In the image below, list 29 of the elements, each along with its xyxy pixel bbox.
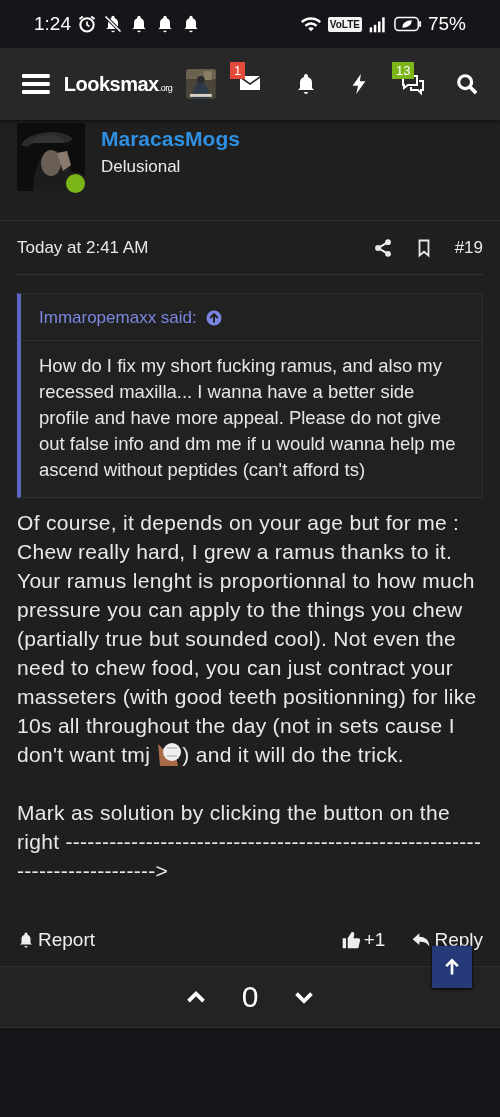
username-link[interactable]: MaracasMogs bbox=[101, 127, 240, 151]
battery-icon bbox=[393, 16, 422, 32]
signal-icon bbox=[367, 14, 388, 34]
alarm-icon bbox=[77, 14, 97, 34]
reply-link[interactable]: Reply bbox=[411, 929, 483, 951]
like-link[interactable]: +1 bbox=[340, 929, 386, 951]
quote-text: How do I fix my short fucking ramus, and also my recessed maxilla... I wanna have a better side profile and have more appeal. Please do not give out false info and dm me if u would wanna help me ascend without peptides (can't afford ts) bbox=[38, 354, 457, 482]
clock-time: 1:24 bbox=[34, 13, 71, 35]
share-icon[interactable] bbox=[372, 237, 393, 258]
bell-icon bbox=[17, 931, 35, 949]
report-link[interactable]: Report bbox=[17, 929, 96, 951]
vote-score: 0 bbox=[241, 980, 259, 1014]
post-date: Today at 2:41 AM bbox=[17, 237, 150, 258]
post-number-link[interactable]: #19 bbox=[454, 237, 483, 258]
notification-badge: 1 bbox=[230, 62, 246, 79]
quote-author[interactable]: Immaropemaxx said: bbox=[39, 308, 197, 328]
user-title: Delusional bbox=[101, 157, 182, 177]
arrow-up-icon[interactable] bbox=[204, 309, 223, 327]
menu-icon[interactable] bbox=[22, 72, 50, 96]
notification-badge: 13 bbox=[392, 62, 415, 79]
site-logo[interactable]: Looksmax.org bbox=[63, 72, 173, 96]
muted-bell-icon bbox=[103, 14, 123, 34]
search-icon[interactable] bbox=[456, 73, 478, 95]
sticker-icon bbox=[156, 740, 183, 768]
post-paragraph: Mark as solution by clicking the button on the right ----------------------------------------------------------------------------> bbox=[17, 800, 483, 884]
thumbs-up-icon bbox=[340, 930, 361, 950]
battery-percent: 75% bbox=[427, 13, 466, 35]
post-paragraph: Of course, it depends on your age but for me : Chew really hard, I grew a ramus thanks to it. Your ramus lenght is proportionnal to how much pressure you can apply to the things you chew (partially true but sounded cool). Not even the need to chew food, you can just contract your masseters (with good teeth positionning) for like 10s all throughout the day (not in sets cause I don't want tmj ) and it will do the trick. bbox=[17, 510, 478, 769]
network-badge: VoLTE bbox=[327, 16, 362, 32]
